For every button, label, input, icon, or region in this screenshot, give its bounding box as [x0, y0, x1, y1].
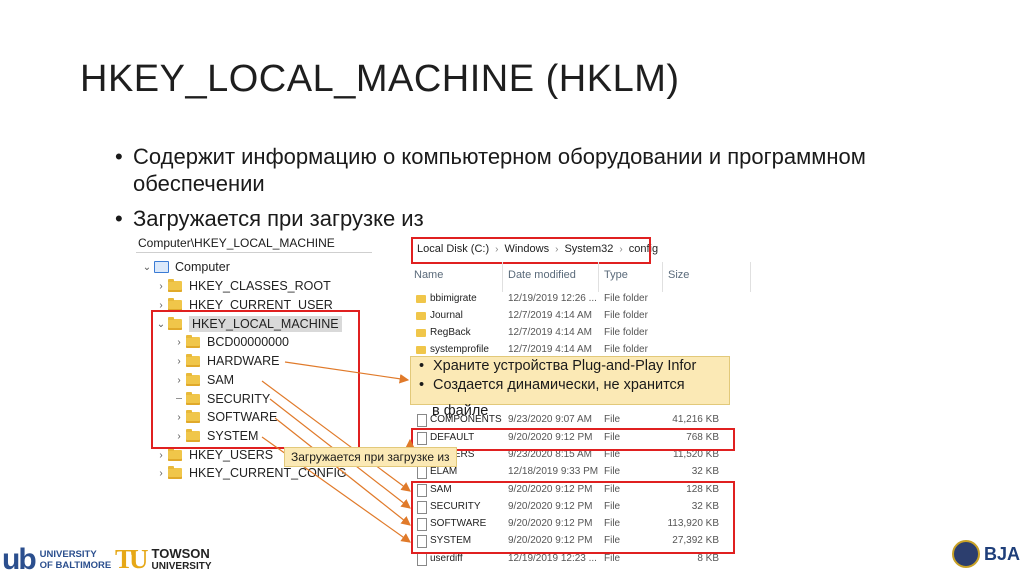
file-type: File folder — [604, 310, 648, 321]
folder-icon — [416, 312, 426, 320]
file-date: 12/7/2019 4:14 AM — [508, 344, 592, 355]
tooltip-line: Храните устройства Plug-and-Play Infor — [411, 357, 729, 376]
computer-icon — [154, 261, 169, 273]
file-size: 41,216 KB — [672, 414, 719, 425]
registry-address-bar[interactable]: Computer\HKEY_LOCAL_MACHINE — [138, 236, 335, 250]
column-header-size[interactable]: Size — [668, 269, 689, 281]
file-type: File folder — [604, 327, 648, 338]
folder-icon — [168, 278, 182, 292]
file-type: File — [604, 553, 621, 564]
column-divider — [598, 262, 599, 292]
file-type: File — [604, 466, 621, 477]
file-name: userdiff — [430, 553, 463, 564]
hardware-tooltip: Храните устройства Plug-and-Play Infor С… — [410, 356, 730, 405]
chevron-right-icon[interactable]: › — [154, 468, 168, 479]
folder-icon — [168, 465, 182, 479]
file-icon — [417, 414, 427, 427]
chevron-right-icon[interactable]: › — [154, 300, 168, 311]
tree-node-computer[interactable]: ⌄ Computer — [140, 258, 230, 276]
ub-logo-text: UNIVERSITY OF BALTIMORE — [39, 549, 112, 571]
ub-logo-mark: ub — [2, 543, 37, 576]
tree-node-label: HKEY_CLASSES_ROOT — [189, 279, 331, 293]
tree-node-label: Computer — [175, 260, 230, 274]
file-row-folder[interactable]: Journal 12/7/2019 4:14 AM File folder — [413, 308, 729, 325]
hklm-highlight-box — [151, 310, 360, 449]
file-icon — [417, 466, 427, 479]
tooltip-overflow-text: в файле — [432, 403, 489, 419]
tree-node-label: HKEY_CURRENT_CONFIG — [189, 466, 347, 480]
file-date: 12/19/2019 12:23 ... — [508, 553, 597, 564]
file-type: File folder — [604, 293, 648, 304]
slide-title: HKEY_LOCAL_MACHINE (HKLM) — [80, 58, 680, 100]
file-type: File — [604, 414, 621, 425]
tooltip-line: Создается динамически, не хранится — [411, 376, 729, 395]
university-of-baltimore-logo: ub UNIVERSITY OF BALTIMORE — [2, 543, 111, 577]
file-type: File folder — [604, 344, 648, 355]
chevron-right-icon[interactable]: › — [154, 281, 168, 292]
file-date: 9/23/2020 9:07 AM — [508, 414, 592, 425]
file-date: 12/7/2019 4:14 AM — [508, 327, 592, 338]
file-size: 32 KB — [691, 466, 719, 477]
file-date: 12/18/2019 9:33 PM — [508, 466, 599, 477]
bullet-item: Загружается при загрузке из — [115, 205, 935, 232]
path-highlight-box — [411, 237, 651, 264]
tu-logo-mark: TU — [115, 544, 148, 574]
tree-node-label: HKEY_USERS — [189, 448, 274, 462]
column-header-type[interactable]: Type — [604, 269, 628, 281]
boot-tooltip: Загружается при загрузке из — [284, 447, 457, 467]
column-divider — [750, 262, 751, 292]
chevron-right-icon[interactable]: › — [154, 450, 168, 461]
bja-logo-text: BJA — [984, 543, 1021, 564]
tu-logo-text: TOWSON UNIVERSITY — [151, 545, 212, 572]
default-highlight-box — [411, 428, 735, 451]
folder-icon — [168, 447, 182, 461]
hive-files-highlight-box — [411, 481, 735, 554]
file-row-folder[interactable]: RegBack 12/7/2019 4:14 AM File folder — [413, 325, 729, 342]
bja-logo: BJA — [952, 540, 1020, 568]
column-header-date[interactable]: Date modified — [508, 269, 576, 281]
column-divider — [662, 262, 663, 292]
folder-icon — [168, 297, 182, 311]
file-date: 12/7/2019 4:14 AM — [508, 310, 592, 321]
file-size: 8 KB — [697, 553, 719, 564]
towson-university-logo: TU TOWSON UNIVERSITY — [115, 544, 212, 575]
file-name: systemprofile — [430, 344, 489, 355]
folder-icon — [416, 329, 426, 337]
divider — [136, 252, 372, 253]
doj-seal-icon — [952, 540, 980, 568]
folder-icon — [416, 346, 426, 354]
file-name: ELAM — [430, 466, 458, 477]
folder-icon — [416, 295, 426, 303]
file-name: Journal — [430, 310, 463, 321]
file-name: RegBack — [430, 327, 471, 338]
column-header-name[interactable]: Name — [414, 269, 443, 281]
chevron-down-icon[interactable]: ⌄ — [140, 262, 154, 273]
column-divider — [502, 262, 503, 292]
bullet-item: Содержит информацию о компьютерном обору… — [115, 143, 935, 197]
file-name: bbimigrate — [430, 293, 477, 304]
tree-node-hkcr[interactable]: › HKEY_CLASSES_ROOT — [154, 277, 331, 295]
file-date: 12/19/2019 12:26 ... — [508, 293, 597, 304]
bullet-list: Содержит информацию о компьютерном обору… — [115, 143, 935, 240]
file-row-folder[interactable]: bbimigrate 12/19/2019 12:26 ... File fol… — [413, 291, 729, 308]
file-icon — [417, 553, 427, 566]
file-row-file[interactable]: ELAM 12/18/2019 9:33 PM File 32 KB — [413, 464, 729, 481]
